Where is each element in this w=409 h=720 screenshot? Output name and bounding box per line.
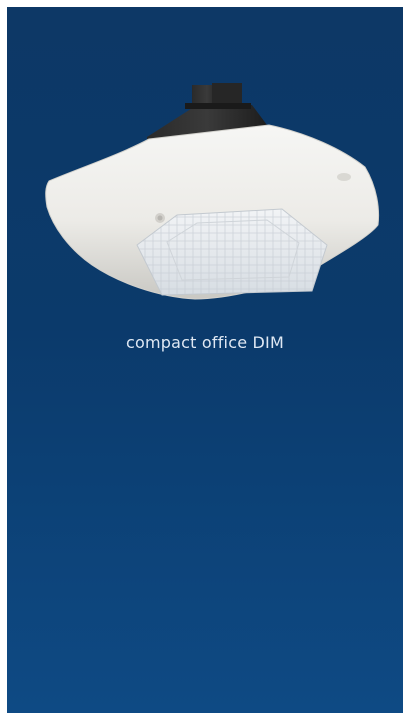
presence-detector-image bbox=[45, 83, 380, 300]
product-caption: compact office DIM bbox=[126, 333, 284, 352]
page: compact office DIM bbox=[0, 0, 409, 720]
product-panel: compact office DIM bbox=[7, 7, 403, 713]
